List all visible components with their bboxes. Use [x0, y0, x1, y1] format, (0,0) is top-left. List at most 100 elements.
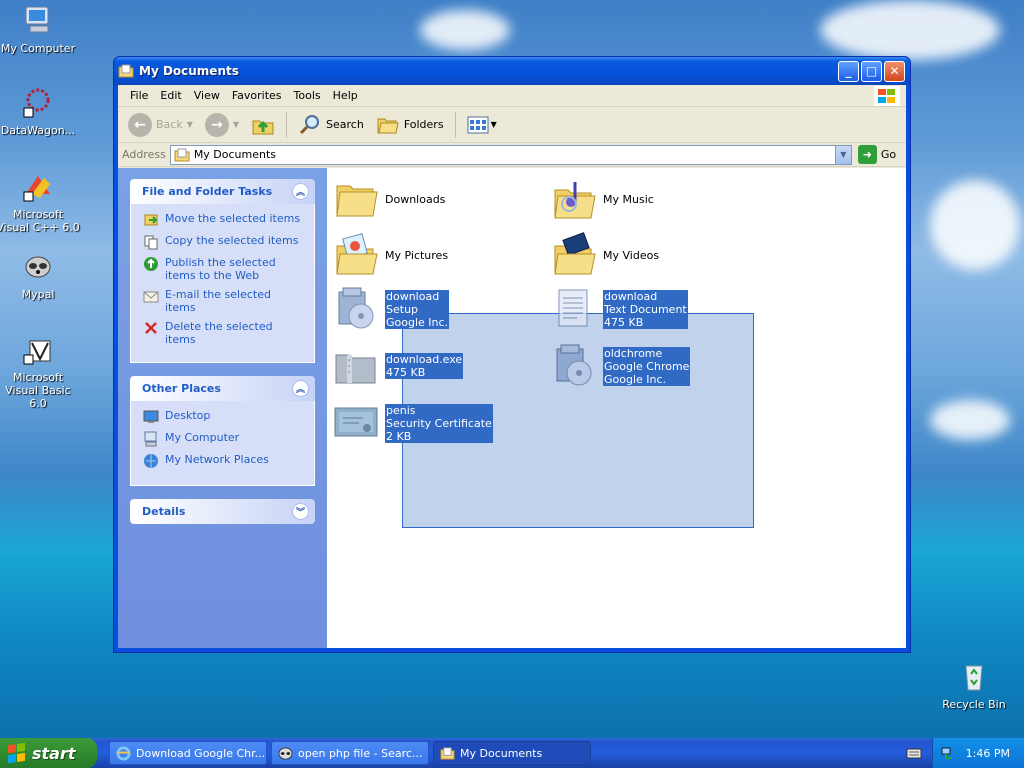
collapse-icon[interactable]: ︽: [292, 380, 309, 397]
file-download-text[interactable]: download Text Document 475 KB: [551, 286, 688, 332]
forward-arrow-icon: →: [204, 112, 229, 137]
task-pane: File and Folder Tasks ︽ Move the selected…: [118, 168, 327, 648]
panel-header[interactable]: Other Places ︽: [130, 376, 315, 401]
back-label: Back: [156, 118, 183, 131]
desktop-icon-visual-cpp[interactable]: Microsoft Visual C++ 6.0: [0, 170, 80, 234]
folder-my-music[interactable]: My Music: [551, 176, 654, 222]
pictures-folder-icon: [336, 233, 378, 275]
views-button[interactable]: ▼: [463, 113, 501, 137]
task-delete[interactable]: Delete the selected items: [143, 320, 304, 346]
go-button[interactable]: ➜ Go: [857, 145, 897, 164]
documents-folder-icon: [174, 148, 190, 161]
menu-tools[interactable]: Tools: [288, 89, 327, 102]
forward-button[interactable]: → ▼: [201, 111, 243, 139]
item-name: penis: [386, 403, 416, 417]
expand-icon[interactable]: ︾: [292, 503, 309, 520]
go-label: Go: [880, 148, 897, 161]
system-tray: 1:46 PM: [932, 738, 1024, 768]
network-tray-icon[interactable]: [940, 745, 956, 761]
file-download-setup[interactable]: download Setup Google Inc.: [333, 286, 450, 332]
search-label: Search: [326, 118, 364, 131]
item-label: My Videos: [603, 248, 660, 262]
desktop-icon-datawagon[interactable]: DataWagon...: [0, 86, 80, 137]
desktop-icon: [143, 410, 159, 423]
maximize-icon: □: [865, 64, 878, 78]
item-label: Downloads: [385, 192, 446, 206]
task-email[interactable]: E-mail the selected items: [143, 288, 304, 314]
chevron-down-icon[interactable]: ▼: [187, 120, 193, 129]
folder-my-pictures[interactable]: My Pictures: [333, 232, 448, 278]
chevron-down-icon[interactable]: ▼: [233, 120, 239, 129]
keyboard-language-icon[interactable]: [906, 745, 922, 761]
copy-icon: [144, 235, 158, 250]
file-download-exe[interactable]: download.exe 475 KB: [333, 343, 464, 389]
toolbar: ← Back ▼ → ▼ Search Folders ▼: [118, 107, 906, 143]
mypal-raccoon-icon: [25, 256, 51, 278]
task-publish[interactable]: Publish the selected items to the Web: [143, 256, 304, 282]
close-button[interactable]: ✕: [884, 60, 905, 82]
item-name: oldchrome: [604, 346, 663, 360]
menu-favorites[interactable]: Favorites: [226, 89, 288, 102]
explorer-window: My Documents _ □ ✕ File Edit View Favori…: [113, 56, 911, 653]
panel-header[interactable]: File and Folder Tasks ︽: [130, 179, 315, 204]
folders-button[interactable]: Folders: [372, 111, 448, 139]
task-label: open php file - Searc...: [298, 746, 423, 760]
toolbar-separator: [286, 111, 288, 138]
file-security-certificate[interactable]: penis Security Certificate 2 KB: [333, 400, 493, 446]
menu-view[interactable]: View: [188, 89, 226, 102]
item-label: download Text Document 475 KB: [603, 289, 688, 329]
minimize-button[interactable]: _: [838, 60, 859, 82]
address-dropdown-button[interactable]: ▼: [834, 145, 851, 164]
mypal-raccoon-icon: [278, 746, 293, 760]
file-oldchrome[interactable]: oldchrome Google Chrome Google Inc.: [551, 343, 691, 389]
collapse-icon[interactable]: ︽: [292, 183, 309, 200]
task-move[interactable]: Move the selected items: [143, 212, 304, 228]
place-label: My Computer: [165, 431, 240, 444]
menu-help[interactable]: Help: [327, 89, 364, 102]
place-network[interactable]: My Network Places: [143, 453, 304, 469]
menu-edit[interactable]: Edit: [154, 89, 187, 102]
address-bar: Address My Documents ▼ ➜ Go: [118, 143, 906, 167]
title-bar[interactable]: My Documents _ □ ✕: [114, 57, 910, 85]
place-desktop[interactable]: Desktop: [143, 409, 304, 425]
desktop-icon-mypal[interactable]: Mypal: [0, 250, 80, 301]
computer-icon: [144, 431, 157, 447]
item-label: My Pictures: [385, 248, 449, 262]
up-folder-button[interactable]: [247, 111, 279, 139]
maximize-button[interactable]: □: [861, 60, 882, 82]
taskbar-button-my-documents[interactable]: My Documents: [433, 741, 591, 765]
address-input[interactable]: My Documents ▼: [169, 144, 852, 165]
taskbar-button-chrome[interactable]: Download Google Chr...: [109, 741, 267, 765]
taskbar-button-search[interactable]: open php file - Searc...: [271, 741, 429, 765]
task-copy[interactable]: Copy the selected items: [143, 234, 304, 250]
place-label: My Network Places: [165, 453, 269, 466]
file-list[interactable]: Downloads My Music My Pictures My Videos…: [327, 168, 906, 648]
folder-icon: [336, 185, 378, 217]
item-company: Google Inc.: [386, 315, 449, 329]
datawagon-icon: [23, 88, 50, 118]
folder-downloads[interactable]: Downloads: [333, 176, 445, 222]
chevron-down-icon: ▼: [840, 150, 847, 159]
windows-logo-icon: [874, 86, 900, 106]
desktop-icon-visual-basic[interactable]: Microsoft Visual Basic 6.0: [0, 333, 80, 410]
panel-header[interactable]: Details ︾: [130, 499, 315, 524]
zip-archive-icon: [335, 354, 376, 384]
window-title: My Documents: [139, 64, 239, 78]
clock[interactable]: 1:46 PM: [966, 747, 1010, 760]
item-size: 475 KB: [604, 315, 644, 329]
start-button[interactable]: start: [0, 738, 97, 768]
panel-title: Other Places: [142, 382, 221, 395]
desktop-icon-my-computer[interactable]: My Computer: [0, 4, 80, 55]
search-button[interactable]: Search: [294, 111, 368, 139]
menu-file[interactable]: File: [124, 89, 154, 102]
back-button[interactable]: ← Back ▼: [124, 111, 197, 139]
cloud: [930, 180, 1020, 270]
panel-title: Details: [142, 505, 186, 518]
desktop-icon-recycle-bin[interactable]: Recycle Bin: [932, 660, 1016, 711]
videos-folder-icon: [554, 232, 596, 275]
minimize-icon: _: [845, 64, 852, 78]
file-folder-tasks-panel: File and Folder Tasks ︽ Move the selected…: [130, 179, 315, 363]
place-my-computer[interactable]: My Computer: [143, 431, 304, 447]
folder-my-videos[interactable]: My Videos: [551, 232, 659, 278]
cloud: [930, 400, 1010, 440]
